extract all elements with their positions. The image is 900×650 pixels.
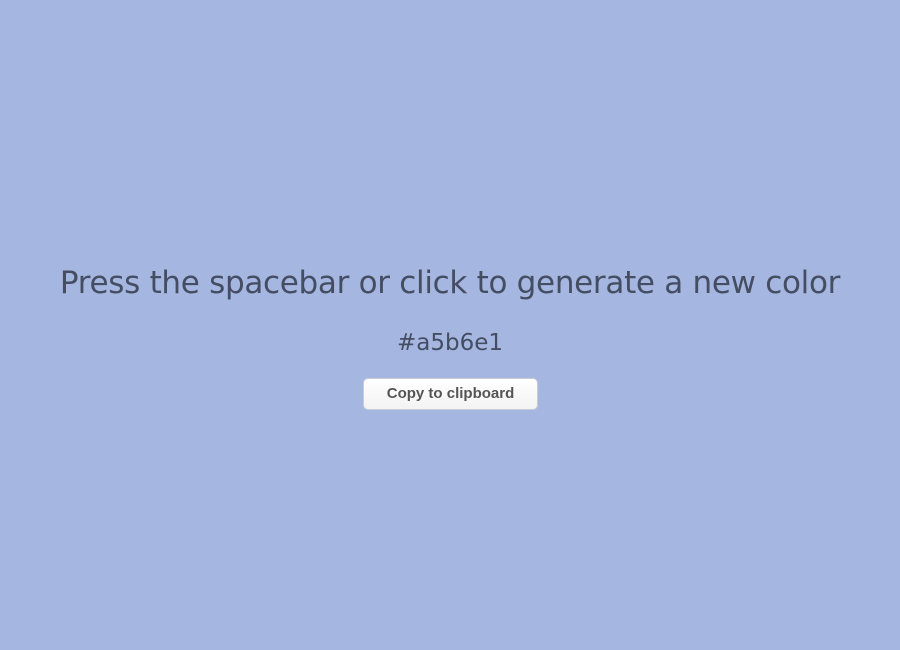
hex-color-value: #a5b6e1 bbox=[396, 330, 503, 356]
copy-to-clipboard-button[interactable]: Copy to clipboard bbox=[363, 378, 538, 410]
color-generator-canvas[interactable]: Press the spacebar or click to generate … bbox=[0, 0, 900, 650]
instruction-text: Press the spacebar or click to generate … bbox=[59, 265, 841, 301]
